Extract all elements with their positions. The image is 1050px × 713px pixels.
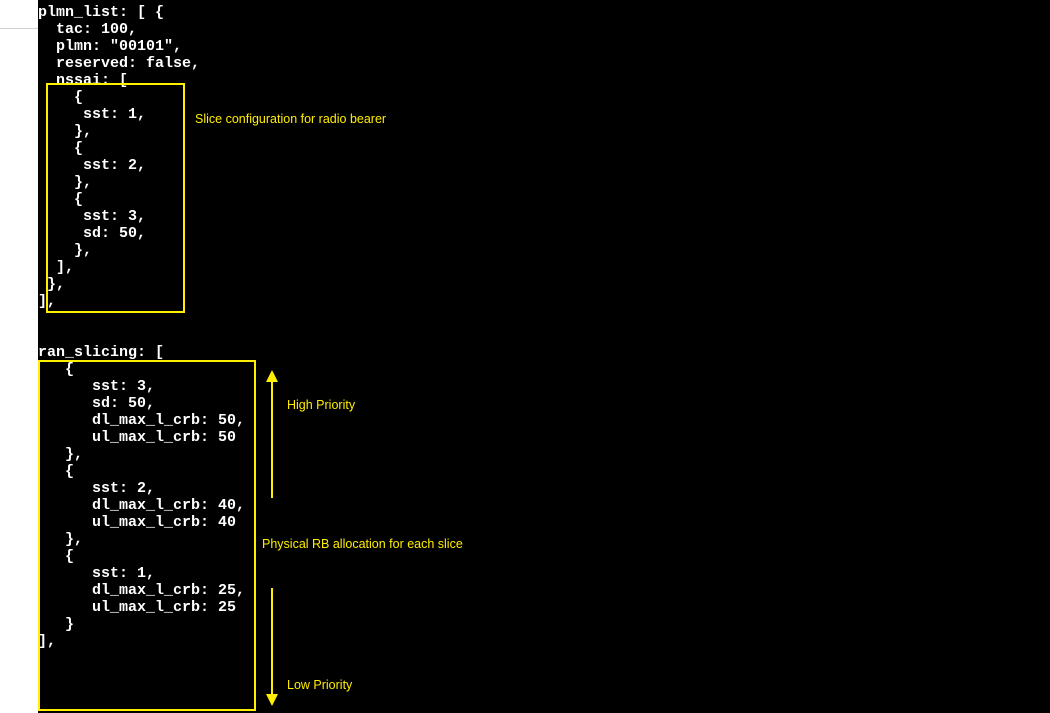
- code-terminal: plmn_list: [ { tac: 100, plmn: "00101", …: [38, 0, 1050, 713]
- annotation-low-priority: Low Priority: [287, 678, 352, 692]
- arrow-up-icon: [264, 370, 280, 500]
- arrow-down-icon: [264, 588, 280, 708]
- annotation-slice-config: Slice configuration for radio bearer: [195, 112, 386, 126]
- annotation-rb-alloc: Physical RB allocation for each slice: [262, 537, 463, 551]
- annotation-high-priority: High Priority: [287, 398, 355, 412]
